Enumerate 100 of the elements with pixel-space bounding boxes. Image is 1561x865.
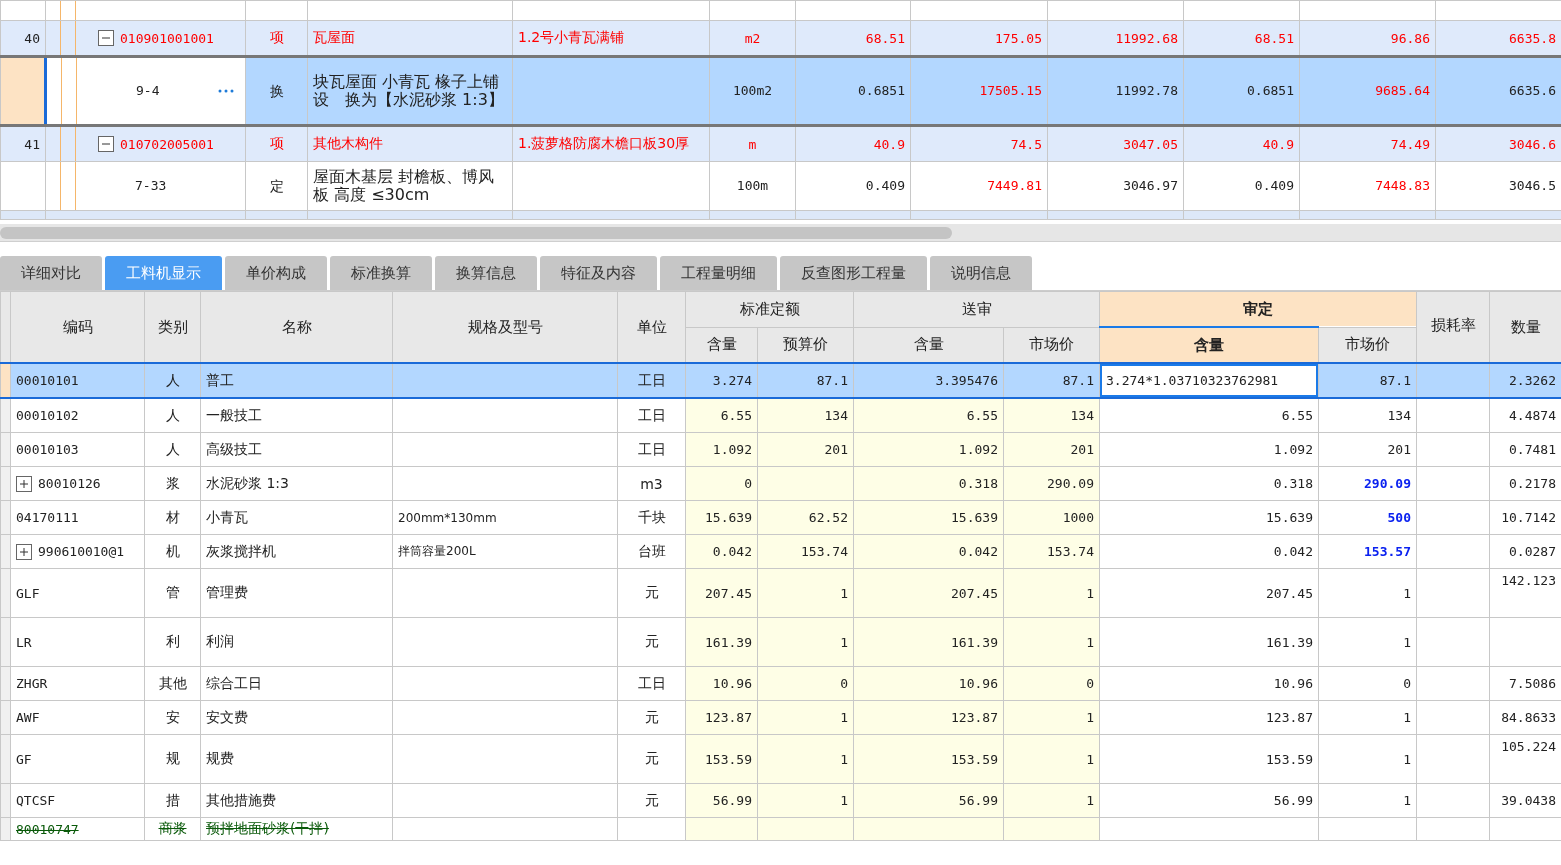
table-cell: 浆 (144, 466, 201, 501)
table-cell: 15.639 (1099, 500, 1319, 535)
table-cell: 元 (617, 783, 686, 818)
column-header: 名称 (200, 291, 393, 363)
column-header: 含量 (685, 327, 758, 363)
tab[interactable]: 详细对比 (0, 256, 102, 290)
scrollbar-thumb[interactable] (0, 227, 952, 239)
table-cell: 1 (757, 617, 854, 667)
table-cell: 1 (1003, 617, 1100, 667)
table-cell: 1 (1318, 617, 1417, 667)
table-cell: 201 (757, 432, 854, 467)
table-cell: 500 (1318, 500, 1417, 535)
table-cell: 134 (1318, 398, 1417, 433)
table-cell: GF (10, 734, 145, 784)
table-cell: GLF (10, 568, 145, 618)
table-cell: 0.318 (1099, 466, 1319, 501)
table-cell: 153.59 (685, 734, 758, 784)
column-header: 市场价 (1318, 327, 1417, 363)
table-cell: 153.59 (1099, 734, 1319, 784)
table-cell: 小青瓦 (200, 500, 393, 535)
column-header: 损耗率 (1416, 291, 1490, 363)
table-cell: 80010747 (10, 817, 145, 841)
table-cell: 123.87 (853, 700, 1004, 735)
table-cell: 管理费 (200, 568, 393, 618)
table-cell: 87.1 (1003, 363, 1100, 398)
collapse-icon[interactable] (98, 30, 114, 46)
column-header: 标准定额 (685, 291, 854, 327)
table-cell: 1000 (1003, 500, 1100, 535)
table-cell: 201 (1318, 432, 1417, 467)
table-cell: 40.9 (795, 125, 911, 162)
table-cell: 管 (144, 568, 201, 618)
table-cell: 3.395476 (853, 363, 1004, 398)
row-number: 41 (0, 125, 46, 162)
expand-icon[interactable] (16, 475, 32, 492)
table-cell: 1 (1318, 700, 1417, 735)
tab[interactable]: 说明信息 (930, 256, 1032, 290)
table-cell: 1 (757, 734, 854, 784)
column-header: 编码 (10, 291, 145, 363)
table-cell: 千块 (617, 500, 686, 535)
table-cell: 商浆 (144, 817, 201, 841)
table-cell: 207.45 (685, 568, 758, 618)
table-cell: 74.5 (910, 125, 1048, 162)
table-cell: 块瓦屋面 小青瓦 椽子上铺设 换为【水泥砂浆 1:3】 (307, 56, 513, 126)
table-cell: 00010102 (10, 398, 145, 433)
column-header: 规格及型号 (392, 291, 618, 363)
tab[interactable]: 特征及内容 (540, 256, 657, 290)
table-cell: 高级技工 (200, 432, 393, 467)
table-cell: 人 (144, 432, 201, 467)
table-cell: 175.05 (910, 20, 1048, 57)
table-cell: 预拌地面砂浆(干拌) (200, 817, 393, 841)
table-cell: 87.1 (1318, 363, 1417, 398)
table-cell: 74.49 (1299, 125, 1436, 162)
table-cell: 工日 (617, 432, 686, 467)
table-cell: 定 (245, 161, 308, 211)
table-cell: 利 (144, 617, 201, 667)
tab[interactable]: 标准换算 (330, 256, 432, 290)
expand-icon[interactable] (16, 543, 32, 560)
table-cell: 0 (1318, 666, 1417, 701)
table-cell: 元 (617, 734, 686, 784)
table-cell: 1.092 (853, 432, 1004, 467)
table-cell: 其他措施费 (200, 783, 393, 818)
table-cell: 123.87 (1099, 700, 1319, 735)
table-cell: m2 (709, 20, 796, 57)
tab[interactable]: 换算信息 (435, 256, 537, 290)
tab[interactable]: 单价构成 (225, 256, 327, 290)
table-cell: 0.6851 (795, 56, 911, 126)
table-cell: 1.菠萝格防腐木檐口板30厚 (512, 125, 710, 162)
table-cell: 6635.6 (1435, 56, 1561, 126)
table-cell: 15.639 (853, 500, 1004, 535)
table-cell: 项 (245, 20, 308, 57)
table-cell[interactable]: 9-4 (45, 56, 246, 126)
table-cell: 人 (144, 363, 201, 398)
table-cell: 1.092 (685, 432, 758, 467)
table-cell: 80010126 (10, 466, 145, 501)
table-cell: 207.45 (1099, 568, 1319, 618)
table-cell: 元 (617, 568, 686, 618)
table-cell: 6.55 (1099, 398, 1319, 433)
table-cell: 规费 (200, 734, 393, 784)
table-cell: 153.57 (1318, 534, 1417, 569)
tab[interactable]: 工程量明细 (660, 256, 777, 290)
table-cell: 0 (685, 466, 758, 501)
table-cell: 1.2号小青瓦满铺 (512, 20, 710, 57)
table-cell (617, 817, 686, 841)
table-cell: 1 (1318, 568, 1417, 618)
table-cell: 9685.64 (1299, 56, 1436, 126)
table-cell[interactable]: 7-33 (45, 161, 246, 211)
table-cell: 1 (1003, 568, 1100, 618)
column-header: 含量 (1099, 327, 1319, 363)
more-icon[interactable] (218, 89, 234, 93)
table-cell: 290.09 (1318, 466, 1417, 501)
table-cell: 瓦屋面 (307, 20, 513, 57)
collapse-icon[interactable] (98, 136, 114, 152)
input-field[interactable]: 3.274*1.03710323762981 (1100, 365, 1318, 396)
table-cell: 153.59 (853, 734, 1004, 784)
tab[interactable]: 反查图形工程量 (780, 256, 927, 290)
table-cell: 综合工日 (200, 666, 393, 701)
table-cell: 规 (144, 734, 201, 784)
table-cell: 屋面木基层 封檐板、博风板 高度 ≤30cm (307, 161, 513, 211)
table-cell: 00010101 (10, 363, 145, 398)
table-cell: 134 (757, 398, 854, 433)
